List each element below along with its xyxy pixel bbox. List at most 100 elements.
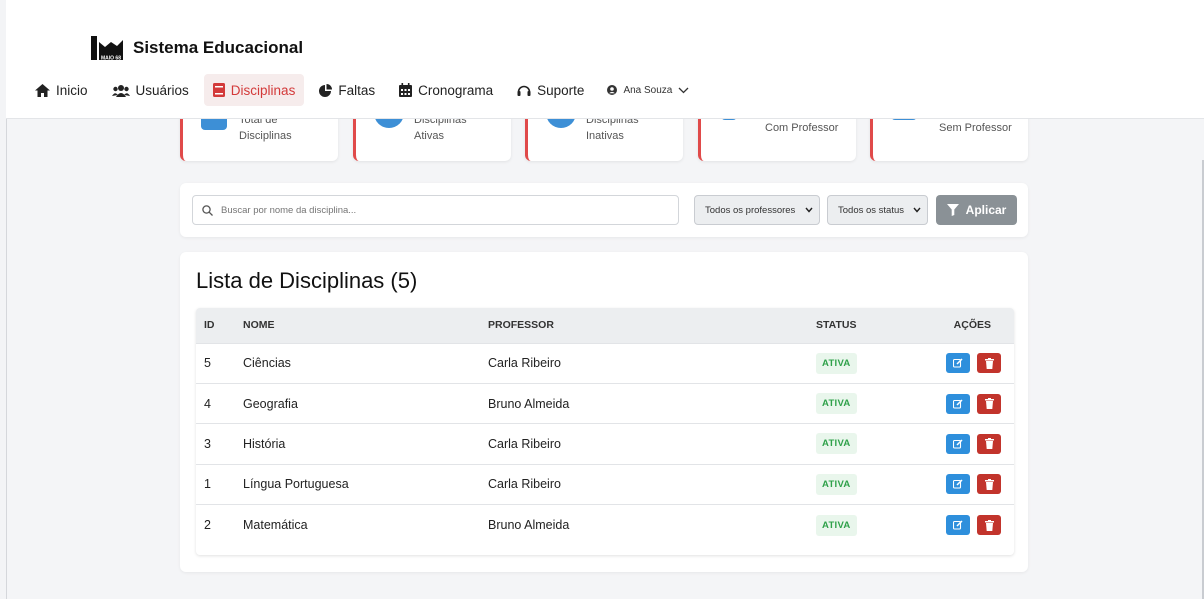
nav-item-label: Faltas [338, 82, 376, 98]
col-professor: PROFESSOR [488, 319, 554, 332]
logo-text: MAIO 68 [101, 56, 121, 62]
cell-id: 2 [204, 518, 211, 532]
cell-nome: Matemática [243, 518, 308, 532]
trash-icon [984, 478, 994, 490]
edit-icon [953, 399, 963, 409]
chevron-down-icon [913, 207, 921, 213]
stat-label: Ativas [414, 130, 444, 142]
edit-icon [953, 358, 963, 368]
cell-nome: História [243, 436, 286, 451]
app-title: Sistema Educacional [133, 38, 304, 57]
delete-button[interactable] [977, 515, 1001, 535]
edit-button[interactable] [946, 474, 970, 495]
status-badge: ATIVA [816, 393, 857, 415]
trash-icon [984, 357, 994, 369]
nav-item-label: Cronograma [418, 82, 494, 98]
brand[interactable]: MAIO 68 Sistema Educacional [91, 34, 303, 62]
edit-button[interactable] [946, 353, 970, 374]
cell-nome: Ciências [243, 356, 291, 371]
table-row: 3 História Carla Ribeiro ATIVA [196, 423, 1014, 464]
cell-id: 3 [204, 436, 211, 451]
cell-professor: Carla Ribeiro [488, 356, 561, 371]
edit-icon [953, 520, 963, 530]
user-circle-icon [607, 85, 618, 95]
apply-label: Aplicar [965, 203, 1007, 217]
delete-button[interactable] [977, 353, 1001, 374]
table-header-row: ID NOME PROFESSOR STATUS AÇÕES [196, 308, 1014, 343]
user-menu[interactable]: Ana Souza [607, 85, 689, 96]
table-row: 2 Matemática Bruno Almeida ATIVA [196, 504, 1014, 545]
list-title: Lista de Disciplinas (5) [196, 268, 418, 293]
status-badge: ATIVA [816, 514, 857, 536]
stat-label: Com Professor [765, 122, 839, 134]
headset-icon [517, 85, 531, 96]
status-select-value: Todos os status [838, 204, 905, 216]
main-nav: Inicio Usuários Disciplinas Faltas Crono… [26, 73, 689, 107]
cell-id: 5 [204, 356, 211, 371]
logo-icon: MAIO 68 [91, 34, 125, 62]
apply-button[interactable]: Aplicar [936, 195, 1017, 225]
professor-select-value: Todos os professores [705, 204, 796, 216]
filter-icon [946, 204, 959, 216]
cell-professor: Carla Ribeiro [488, 477, 561, 492]
nav-item-label: Inicio [56, 82, 88, 98]
table-row: 4 Geografia Bruno Almeida ATIVA [196, 383, 1014, 423]
nav-item-label: Disciplinas [230, 82, 296, 98]
cell-professor: Bruno Almeida [488, 518, 570, 532]
delete-button[interactable] [977, 393, 1001, 414]
delete-button[interactable] [977, 433, 1001, 454]
cell-nome: Língua Portuguesa [243, 477, 349, 492]
edit-button[interactable] [946, 433, 970, 454]
filter-bar: Todos os professores Todos os status Apl… [180, 183, 1028, 237]
trash-icon [984, 398, 994, 410]
cell-nome: Geografia [243, 396, 298, 411]
professor-select[interactable]: Todos os professores [694, 195, 820, 225]
edit-icon [953, 439, 963, 449]
cell-id: 1 [204, 477, 211, 492]
pie-chart-icon [319, 83, 333, 97]
status-badge: ATIVA [816, 473, 857, 495]
col-id: ID [204, 319, 215, 332]
nav-item-label: Usuários [135, 82, 189, 98]
col-acoes: AÇÕES [953, 319, 991, 332]
nav-item-inicio[interactable]: Inicio [26, 74, 97, 106]
stat-label: Inativas [586, 130, 624, 142]
cell-professor: Carla Ribeiro [488, 436, 561, 451]
search-icon [202, 204, 213, 216]
search-input[interactable] [221, 204, 641, 216]
disciplinas-list-card: Lista de Disciplinas (5) ID NOME PROFESS… [180, 252, 1028, 572]
cell-professor: Bruno Almeida [488, 396, 570, 411]
cell-id: 4 [204, 396, 211, 411]
col-nome: NOME [243, 319, 275, 332]
edit-button[interactable] [946, 515, 970, 535]
nav-item-suporte[interactable]: Suporte [508, 74, 593, 106]
search-box[interactable] [192, 195, 679, 225]
status-badge: ATIVA [816, 433, 857, 455]
edit-icon [953, 479, 963, 489]
status-select[interactable]: Todos os status [827, 195, 928, 225]
nav-item-disciplinas[interactable]: Disciplinas [203, 74, 305, 106]
nav-item-faltas[interactable]: Faltas [310, 74, 384, 106]
trash-icon [984, 519, 994, 531]
disciplinas-table: ID NOME PROFESSOR STATUS AÇÕES 5 Ciência… [196, 308, 1014, 555]
calendar-icon [399, 83, 413, 97]
users-icon [111, 84, 130, 97]
nav-item-usuarios[interactable]: Usuários [103, 74, 198, 106]
top-header: MAIO 68 Sistema Educacional Inicio Usuár… [6, 0, 1204, 119]
trash-icon [984, 438, 994, 450]
stat-label: Sem Professor [939, 122, 1012, 134]
stat-label: Disciplinas [239, 130, 292, 142]
table-row: 1 Língua Portuguesa Carla Ribeiro ATIVA [196, 464, 1014, 504]
chevron-down-icon [678, 87, 689, 93]
status-badge: ATIVA [816, 352, 857, 374]
col-status: STATUS [816, 319, 857, 332]
user-name: Ana Souza [623, 84, 673, 96]
book-icon [212, 83, 225, 97]
delete-button[interactable] [977, 474, 1001, 495]
chevron-down-icon [805, 207, 813, 213]
edit-button[interactable] [946, 393, 970, 414]
nav-item-cronograma[interactable]: Cronograma [390, 74, 502, 106]
table-row: 5 Ciências Carla Ribeiro ATIVA [196, 343, 1014, 383]
home-icon [35, 83, 50, 97]
nav-item-label: Suporte [537, 82, 585, 98]
